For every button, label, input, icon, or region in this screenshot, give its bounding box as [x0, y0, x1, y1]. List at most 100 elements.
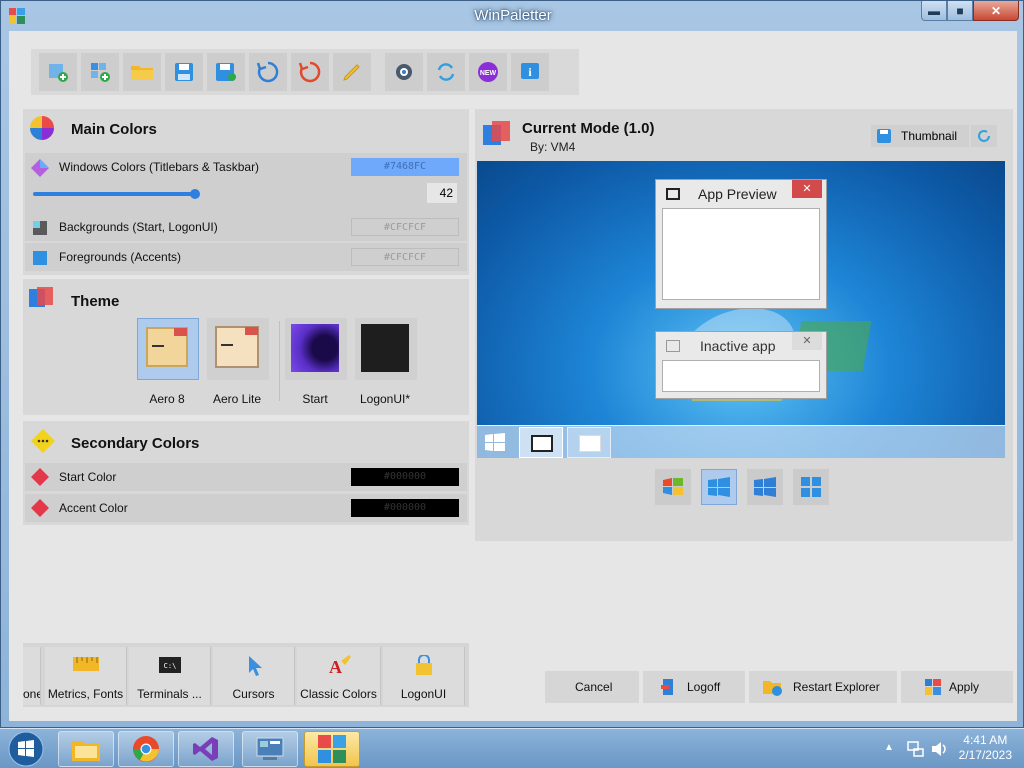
start-button[interactable] [4, 729, 48, 768]
refresh-preview-button[interactable] [971, 125, 997, 147]
mode-win8-button[interactable] [701, 469, 737, 505]
lock-icon [416, 655, 432, 675]
start-color-row[interactable]: Start Color #000000 [25, 463, 467, 491]
backgrounds-swatch[interactable]: #CFCFCF [351, 218, 459, 236]
theme-icon [29, 287, 53, 307]
windows10-logo-icon [754, 477, 776, 497]
clock-time: 4:41 AM [963, 733, 1008, 747]
logoff-button[interactable]: Logoff [643, 671, 745, 703]
window-icon [666, 188, 680, 200]
accent-color-swatch[interactable]: #000000 [351, 499, 459, 517]
theme-aero-lite[interactable] [207, 318, 269, 380]
theme-start[interactable] [285, 318, 347, 380]
mode-win11-button[interactable] [793, 469, 829, 505]
volume-icon[interactable] [930, 740, 948, 758]
theme-logonui[interactable] [355, 318, 417, 380]
clock-date: 2/17/2023 [958, 748, 1012, 762]
theme-aero8[interactable] [137, 318, 199, 380]
reset-button[interactable] [249, 53, 287, 91]
taskbar-chrome[interactable] [118, 731, 174, 767]
windows-colors-row[interactable]: Windows Colors (Titlebars & Taskbar) #74… [25, 153, 467, 213]
about-button[interactable]: i [511, 53, 549, 91]
whats-new-button[interactable]: NEW [469, 53, 507, 91]
edit-button[interactable] [333, 53, 371, 91]
minimize-button[interactable]: ▬ [921, 1, 947, 21]
secondary-colors-panel: Secondary Colors Start Color #000000 Acc… [23, 421, 469, 525]
settings-button[interactable] [385, 53, 423, 91]
refresh-icon [978, 130, 990, 142]
mode-win10-button[interactable] [747, 469, 783, 505]
window-client: NEW i Main Colors Windows Colors (Titleb… [9, 31, 1017, 721]
thumbnail-label: Thumbnail [901, 129, 958, 143]
color-wheel-icon [30, 116, 54, 140]
start-color-swatch[interactable]: #000000 [351, 468, 459, 486]
close-button[interactable]: ✕ [973, 1, 1019, 21]
windows-colors-slider-value[interactable]: 42 [427, 183, 457, 203]
preview-inactive-client [662, 360, 820, 392]
accent-color-row[interactable]: Accent Color #000000 [25, 494, 467, 522]
taskbar-control-panel[interactable] [242, 731, 298, 767]
theme-title: Theme [71, 293, 120, 310]
main-colors-panel: Main Colors Windows Colors (Titlebars & … [23, 109, 469, 275]
tab-cursors[interactable]: Cursors [213, 647, 295, 705]
tab-terminals[interactable]: C:\ Terminals ... [129, 647, 211, 705]
author-label: By: VM4 [530, 140, 576, 154]
network-icon[interactable] [906, 740, 924, 758]
app-window: WinPaletter ▬ ■ ✕ NEW i Main Colors Wind… [0, 0, 1024, 728]
windows8-logo-icon [708, 477, 730, 497]
new-from-current-button[interactable] [39, 53, 77, 91]
restore-button[interactable] [291, 53, 329, 91]
save-as-button[interactable] [207, 53, 245, 91]
windows-colors-slider-track[interactable] [33, 192, 193, 196]
preview-inactive-window: Inactive app ✕ [655, 331, 827, 399]
maximize-button[interactable]: ■ [947, 1, 973, 21]
accent-color-label: Accent Color [59, 501, 128, 515]
app-window-icon [579, 435, 601, 452]
tab-terminals-label: Terminals ... [137, 687, 202, 701]
app-preview-title: App Preview [698, 186, 777, 202]
tab-logonui[interactable]: LogonUI [383, 647, 465, 705]
restart-explorer-button[interactable]: Restart Explorer [749, 671, 897, 703]
current-mode-title: Current Mode (1.0) [522, 120, 655, 137]
preview-taskbar [477, 425, 1005, 458]
tab-metrics-fonts[interactable]: Metrics, Fonts [45, 647, 127, 705]
inactive-close-icon: ✕ [792, 332, 822, 350]
tab-partial[interactable]: one [23, 647, 41, 705]
app-window-icon [531, 435, 553, 452]
thumbnail-button[interactable]: Thumbnail [871, 125, 969, 147]
tab-classic-colors[interactable]: A Classic Colors [297, 647, 381, 705]
cursor-icon [249, 656, 262, 676]
preview-active-client [662, 208, 820, 300]
toolbar: NEW i [31, 49, 579, 95]
mode-win7-button[interactable] [655, 469, 691, 505]
refresh-icon [437, 63, 455, 81]
title-bar[interactable]: WinPaletter ▬ ■ ✕ [1, 1, 1024, 31]
windows-colors-swatch[interactable]: #7468FC [351, 158, 459, 176]
red-diamond-icon [31, 468, 49, 486]
inactive-app-title: Inactive app [700, 338, 776, 354]
taskbar-winpaletter[interactable] [304, 731, 360, 767]
theme-label-logonui: LogonUI* [359, 392, 411, 406]
tab-metrics-fonts-label: Metrics, Fonts [47, 687, 124, 701]
taskbar-visual-studio[interactable] [178, 731, 234, 767]
show-hidden-icons-button[interactable]: ▲ [884, 742, 894, 753]
save-button[interactable] [165, 53, 203, 91]
tab-logonui-label: LogonUI [400, 687, 447, 701]
apply-label: Apply [949, 680, 980, 694]
main-colors-title: Main Colors [71, 121, 157, 138]
cancel-button[interactable]: Cancel [545, 671, 639, 703]
pencil-icon [343, 64, 360, 81]
foregrounds-swatch[interactable]: #CFCFCF [351, 248, 459, 266]
taskbar-explorer[interactable] [58, 731, 114, 767]
open-button[interactable] [123, 53, 161, 91]
apply-button[interactable]: Apply [901, 671, 1013, 703]
new-from-current-icon [49, 64, 68, 82]
backgrounds-icon [33, 221, 47, 235]
update-button[interactable] [427, 53, 465, 91]
winpaletter-logo-icon [925, 679, 941, 695]
windows-colors-slider-thumb[interactable] [190, 189, 200, 199]
new-from-preset-button[interactable] [81, 53, 119, 91]
foregrounds-row[interactable]: Foregrounds (Accents) #CFCFCF [25, 243, 467, 271]
backgrounds-row[interactable]: Backgrounds (Start, LogonUI) #CFCFCF [25, 213, 467, 241]
clock[interactable]: 4:41 AM 2/17/2023 [959, 733, 1012, 763]
